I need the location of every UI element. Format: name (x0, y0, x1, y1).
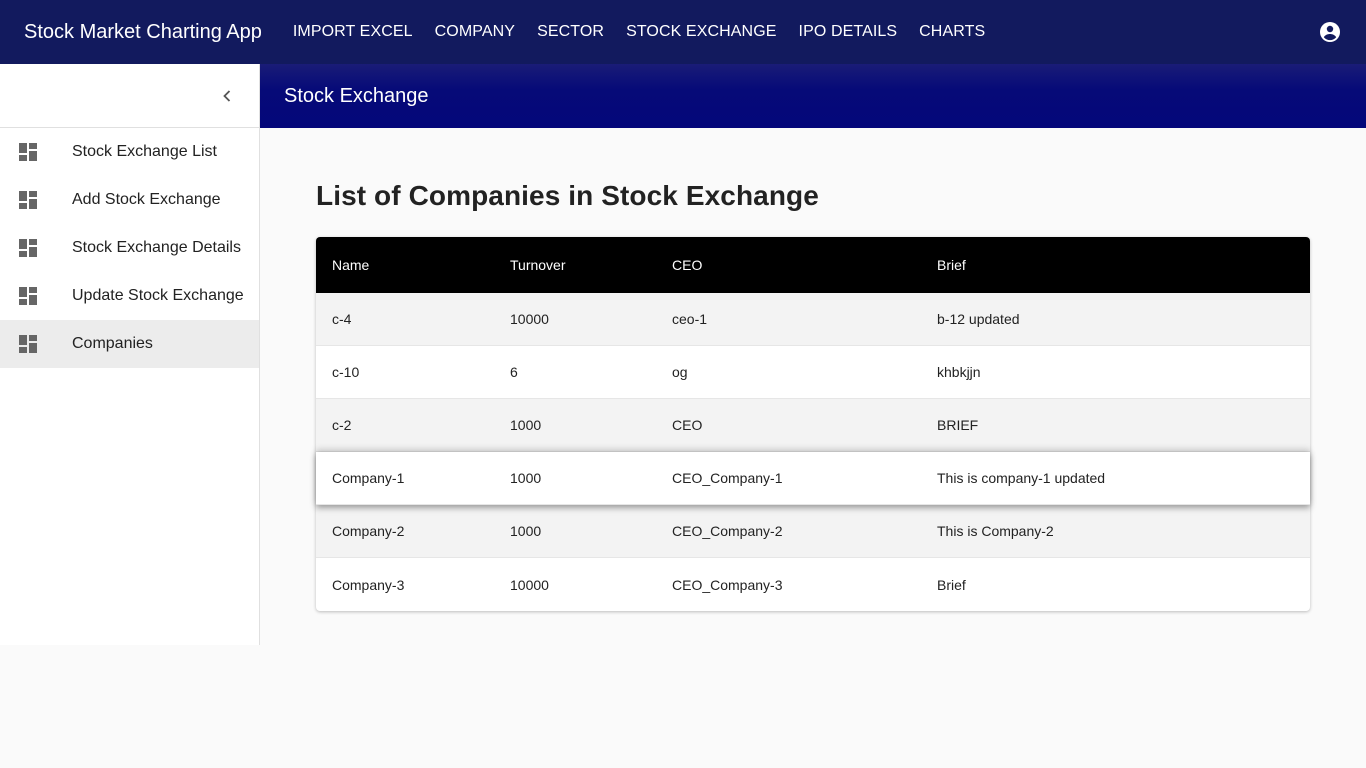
dashboard-icon (18, 238, 38, 258)
nav-import-excel[interactable]: IMPORT EXCEL (282, 23, 424, 41)
page-title: List of Companies in Stock Exchange (316, 180, 819, 211)
cell-name: c-4 (332, 311, 352, 327)
column-header-ceo[interactable]: CEO (672, 257, 937, 273)
account-circle-icon[interactable] (1318, 20, 1342, 44)
table-row[interactable]: c-4 10000 ceo-1 b-12 updated (316, 293, 1310, 346)
dashboard-icon (18, 190, 38, 210)
cell-ceo: og (672, 364, 688, 380)
cell-turnover: 1000 (510, 417, 542, 433)
cell-ceo: CEO (672, 417, 703, 433)
sidebar-item-label: Update Stock Exchange (72, 287, 244, 304)
column-header-brief[interactable]: Brief (937, 257, 1310, 273)
table-row-hovered[interactable]: Company-1 1000 CEO_Company-1 This is com… (316, 452, 1310, 505)
cell-ceo: CEO_Company-1 (672, 470, 783, 486)
cell-ceo: CEO_Company-2 (672, 523, 783, 539)
table-row[interactable]: Company-3 10000 CEO_Company-3 Brief (316, 558, 1310, 611)
section-title: Stock Exchange (284, 84, 429, 107)
section-header: Stock Exchange (260, 64, 1366, 128)
cell-brief: Brief (937, 576, 966, 593)
cell-name: Company-3 (332, 576, 405, 593)
sidebar-item-add-stock-exchange[interactable]: Add Stock Exchange (0, 176, 259, 224)
sidebar-item-update-stock-exchange[interactable]: Update Stock Exchange (0, 272, 259, 320)
cell-name: Company-1 (332, 470, 405, 486)
sidebar: Stock Exchange List Add Stock Exchange S… (0, 64, 260, 645)
cell-turnover: 10000 (510, 576, 549, 593)
cell-brief: This is Company-2 (937, 523, 1054, 539)
chevron-left-icon[interactable] (215, 84, 239, 108)
dashboard-icon (18, 286, 38, 306)
cell-turnover: 1000 (510, 523, 542, 539)
sidebar-item-label: Companies (72, 335, 153, 352)
main-nav: IMPORT EXCEL COMPANY SECTOR STOCK EXCHAN… (282, 23, 996, 41)
nav-stock-exchange[interactable]: STOCK EXCHANGE (615, 23, 787, 41)
sidebar-item-stock-exchange-details[interactable]: Stock Exchange Details (0, 224, 259, 272)
sidebar-item-stock-exchange-list[interactable]: Stock Exchange List (0, 128, 259, 176)
cell-turnover: 10000 (510, 311, 549, 327)
nav-sector[interactable]: SECTOR (526, 23, 615, 41)
cell-ceo: CEO_Company-3 (672, 576, 783, 593)
cell-ceo: ceo-1 (672, 311, 708, 327)
table-row[interactable]: Company-2 1000 CEO_Company-2 This is Com… (316, 505, 1310, 558)
column-header-turnover[interactable]: Turnover (510, 257, 672, 273)
cell-name: Company-2 (332, 523, 405, 539)
dashboard-icon (18, 142, 38, 162)
sidebar-header (0, 64, 259, 128)
table-row[interactable]: c-2 1000 CEO BRIEF (316, 399, 1310, 452)
top-app-bar: Stock Market Charting App IMPORT EXCEL C… (0, 0, 1366, 64)
cell-turnover: 6 (510, 364, 518, 380)
nav-charts[interactable]: CHARTS (908, 23, 996, 41)
cell-brief: This is company-1 updated (937, 470, 1106, 486)
cell-brief: khbkjjn (937, 364, 981, 380)
column-header-name[interactable]: Name (316, 257, 510, 273)
companies-table: Name Turnover CEO Brief c-4 10000 ceo-1 … (316, 237, 1310, 611)
app-title[interactable]: Stock Market Charting App (24, 21, 262, 44)
nav-company[interactable]: COMPANY (424, 23, 526, 41)
sidebar-item-companies[interactable]: Companies (0, 320, 259, 368)
table-row[interactable]: c-10 6 og khbkjjn (316, 346, 1310, 399)
sidebar-item-label: Stock Exchange Details (72, 239, 241, 256)
sidebar-item-label: Add Stock Exchange (72, 191, 221, 208)
cell-turnover: 1000 (510, 470, 542, 486)
table-header: Name Turnover CEO Brief (316, 237, 1310, 293)
nav-ipo-details[interactable]: IPO DETAILS (788, 23, 909, 41)
sidebar-item-label: Stock Exchange List (72, 143, 217, 160)
main-content: List of Companies in Stock Exchange Name… (316, 180, 1310, 611)
cell-name: c-10 (332, 364, 360, 380)
dashboard-icon (18, 334, 38, 354)
cell-name: c-2 (332, 417, 352, 433)
cell-brief: b-12 updated (937, 311, 1020, 327)
cell-brief: BRIEF (937, 417, 979, 433)
